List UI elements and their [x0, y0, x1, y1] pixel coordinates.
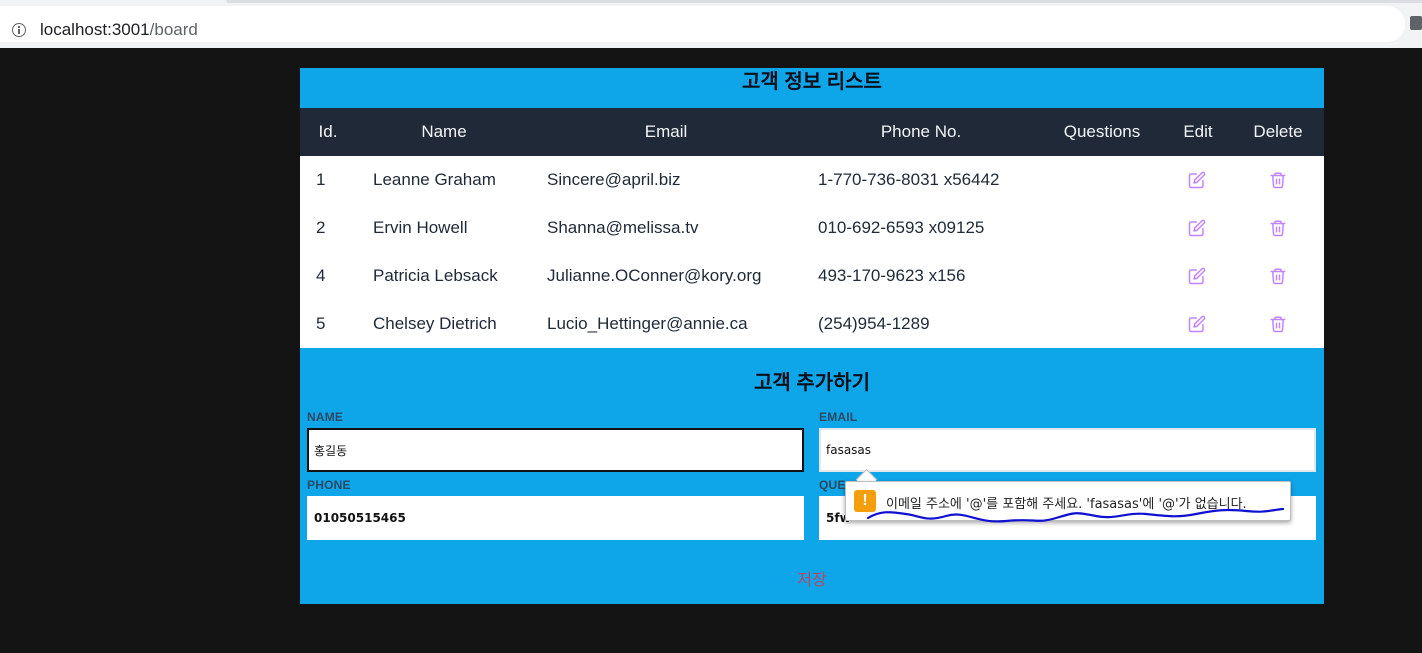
tab-strip: [226, 0, 1422, 3]
edit-icon[interactable]: [1188, 219, 1206, 237]
site-info-icon[interactable]: [12, 23, 26, 37]
address-bar[interactable]: localhost:3001/board: [0, 6, 1405, 42]
cell-email: Shanna@melissa.tv: [547, 218, 699, 237]
cell-name: Leanne Graham: [373, 170, 496, 189]
header-email: Email: [644, 122, 688, 141]
table-row: 2 Ervin Howell Shanna@melissa.tv 010-692…: [300, 204, 1324, 252]
header-phone: Phone No.: [880, 122, 962, 141]
header-edit: Edit: [1183, 122, 1213, 141]
customer-board: 고객 정보 리스트 Id. Name Email Phone No. Quest…: [300, 68, 1324, 604]
edit-icon[interactable]: [1188, 315, 1206, 333]
table-row: 1 Leanne Graham Sincere@april.biz 1-770-…: [300, 156, 1324, 204]
email-input[interactable]: [819, 428, 1316, 472]
browser-toolbar: localhost:3001/board: [0, 0, 1422, 48]
form-title: 고객 추가하기: [754, 372, 870, 394]
header-id: Id.: [318, 122, 338, 141]
header-questions: Questions: [1063, 122, 1141, 141]
list-title: 고객 정보 리스트: [742, 71, 882, 93]
trash-icon[interactable]: [1269, 171, 1287, 189]
validation-message: 이메일 주소에 '@'를 포함해 주세요. 'fasasas'에 '@'가 없습…: [886, 497, 1247, 512]
table-row: 4 Patricia Lebsack Julianne.OConner@kory…: [300, 252, 1324, 300]
cell-phone: 010-692-6593 x09125: [818, 218, 985, 237]
header-delete: Delete: [1253, 122, 1303, 141]
trash-icon[interactable]: [1269, 267, 1287, 285]
table-body: 1 Leanne Graham Sincere@april.biz 1-770-…: [300, 156, 1324, 348]
cell-name: Ervin Howell: [373, 218, 468, 237]
cell-phone: 493-170-9623 x156: [818, 266, 966, 285]
cell-name: Patricia Lebsack: [373, 266, 498, 285]
trash-icon[interactable]: [1269, 219, 1287, 237]
name-label: NAME: [307, 410, 344, 424]
warning-icon: !: [854, 490, 876, 512]
table-header: Id. Name Email Phone No. Questions Edit …: [300, 108, 1324, 156]
save-button[interactable]: 저장: [300, 566, 1324, 590]
edit-icon[interactable]: [1188, 171, 1206, 189]
phone-label: PHONE: [307, 478, 351, 492]
url-path: /board: [149, 20, 198, 39]
validation-tooltip: ! 이메일 주소에 '@'를 포함해 주세요. 'fasasas'에 '@'가 …: [845, 481, 1291, 521]
cell-id: 5: [316, 314, 326, 333]
header-name: Name: [421, 122, 467, 141]
cell-phone: (254)954-1289: [818, 314, 930, 333]
cell-email: Julianne.OConner@kory.org: [547, 266, 762, 285]
url-host: localhost:3001: [40, 20, 150, 39]
cell-id: 1: [316, 170, 326, 189]
cell-id: 2: [316, 218, 326, 237]
extension-icon[interactable]: [1410, 16, 1422, 30]
phone-input[interactable]: [307, 496, 804, 540]
cell-id: 4: [316, 266, 326, 285]
trash-icon[interactable]: [1269, 315, 1287, 333]
edit-icon[interactable]: [1188, 267, 1206, 285]
cell-email: Sincere@april.biz: [547, 170, 681, 189]
cell-email: Lucio_Hettinger@annie.ca: [547, 314, 748, 333]
cell-phone: 1-770-736-8031 x56442: [818, 170, 1000, 189]
cell-name: Chelsey Dietrich: [373, 314, 497, 333]
url-text[interactable]: localhost:3001/board: [40, 20, 198, 40]
table-row: 5 Chelsey Dietrich Lucio_Hettinger@annie…: [300, 300, 1324, 348]
questions-label: QUE: [819, 478, 846, 492]
email-label: EMAIL: [819, 410, 858, 424]
name-input[interactable]: [307, 428, 804, 472]
